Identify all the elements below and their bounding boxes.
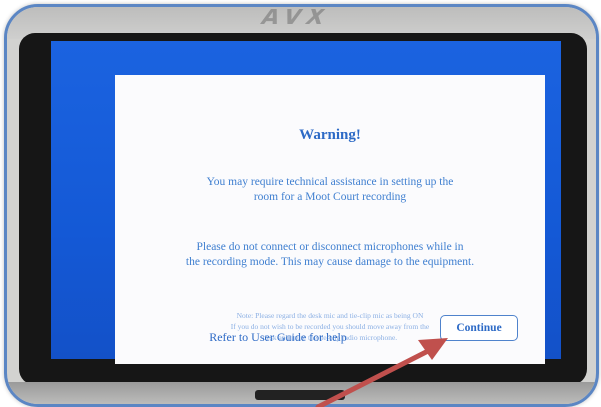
continue-button[interactable]: Continue xyxy=(440,315,518,341)
help-text: Refer to User Guide for help xyxy=(209,330,347,344)
device-slot xyxy=(255,390,345,400)
touch-screen: Warning! You may require technical assis… xyxy=(51,41,561,364)
device-logo: AVX xyxy=(258,9,335,27)
assistance-message: You may require technical assistance in … xyxy=(206,176,454,203)
microphone-warning-message: Please do not connect or disconnect micr… xyxy=(185,241,475,268)
photo-frame: AVX Warning! You may require technical a… xyxy=(4,4,599,407)
dialog-title: Warning! xyxy=(299,127,361,143)
